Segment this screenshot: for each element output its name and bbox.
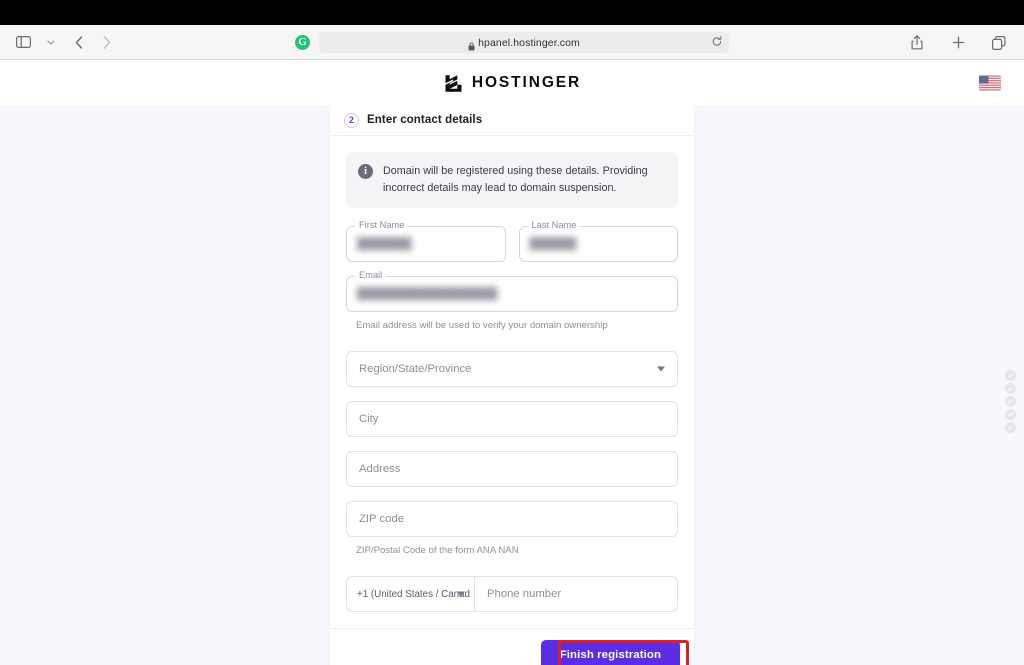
first-name-label: First Name: [355, 221, 409, 231]
zip-placeholder: ZIP code: [359, 513, 405, 526]
browser-toolbar: G hpanel.hostinger.com: [0, 25, 1024, 60]
first-name-value: ███████: [357, 238, 412, 251]
check-circle-icon: [1005, 383, 1016, 394]
lock-icon: [468, 38, 475, 51]
page-title: Enter contact details: [367, 114, 483, 126]
url-text: hpanel.hostinger.com: [478, 36, 580, 49]
finish-registration-button[interactable]: Finish registration: [540, 640, 680, 665]
last-name-value: ██████: [529, 238, 577, 251]
page-body: 2 Enter contact details i Domain will be…: [0, 105, 1024, 665]
hostinger-logo[interactable]: HOSTINGER: [443, 72, 581, 93]
phone-country-code-select[interactable]: +1 (United States / Canad: [347, 577, 475, 612]
reload-icon[interactable]: [712, 34, 722, 52]
hostinger-mark-icon: [443, 72, 464, 93]
address-bar[interactable]: hpanel.hostinger.com: [319, 32, 729, 53]
site-header: HOSTINGER: [0, 60, 1024, 105]
os-top-bar: [0, 0, 1024, 25]
card-body: i Domain will be registered using these …: [330, 136, 694, 628]
side-status-indicators: [1005, 370, 1016, 433]
email-field[interactable]: Email ██████████████████: [346, 271, 678, 313]
contact-details-card: 2 Enter contact details i Domain will be…: [330, 105, 694, 665]
phone-number-placeholder: Phone number: [487, 588, 562, 601]
phone-row: +1 (United States / Canad Phone number: [346, 576, 678, 613]
hostinger-wordmark: HOSTINGER: [471, 73, 582, 91]
browser-nav-controls: [12, 31, 118, 53]
email-value: ██████████████████: [357, 288, 498, 301]
tabs-overview-icon[interactable]: [988, 32, 1010, 54]
first-name-field[interactable]: First Name ███████: [346, 221, 506, 263]
check-circle-icon: [1005, 422, 1016, 433]
sidebar-toggle-icon[interactable]: [12, 31, 34, 53]
last-name-label: Last Name: [527, 221, 581, 231]
us-flag-icon[interactable]: [979, 75, 1001, 90]
browser-actions: [906, 25, 1010, 60]
city-placeholder: City: [359, 413, 379, 426]
address-input[interactable]: Address: [346, 451, 678, 488]
address-placeholder: Address: [359, 463, 401, 476]
share-icon[interactable]: [906, 32, 928, 54]
new-tab-icon[interactable]: [947, 32, 969, 54]
card-header: 2 Enter contact details: [330, 105, 694, 136]
card-footer: Finish registration: [330, 628, 694, 665]
chevron-down-icon: [657, 366, 665, 372]
region-select[interactable]: Region/State/Province: [346, 351, 678, 388]
grammarly-extension-icon[interactable]: G: [295, 35, 310, 50]
email-label: Email: [355, 271, 387, 281]
back-icon[interactable]: [68, 31, 90, 53]
region-placeholder: Region/State/Province: [359, 363, 472, 376]
chevron-down-icon[interactable]: [40, 31, 62, 53]
zip-helper-text: ZIP/Postal Code of the form ANA NAN: [356, 545, 519, 557]
info-banner-text: Domain will be registered using these de…: [383, 165, 648, 194]
city-input[interactable]: City: [346, 401, 678, 438]
last-name-field[interactable]: Last Name ██████: [518, 221, 678, 263]
forward-icon[interactable]: [96, 31, 118, 53]
info-banner: i Domain will be registered using these …: [346, 152, 678, 209]
check-circle-icon: [1005, 409, 1016, 420]
email-helper-text: Email address will be used to verify you…: [356, 320, 608, 332]
phone-number-input[interactable]: Phone number: [475, 577, 677, 611]
zip-input[interactable]: ZIP code: [346, 501, 678, 538]
phone-country-code-value: +1 (United States / Canad: [357, 588, 471, 600]
step-number-badge: 2: [344, 112, 359, 128]
address-bar-area: G hpanel.hostinger.com: [0, 25, 1024, 60]
info-icon: i: [358, 164, 373, 179]
check-circle-icon: [1005, 396, 1016, 407]
chevron-down-icon: [457, 591, 465, 597]
name-row: First Name ███████ Last Name ██████: [346, 221, 678, 263]
check-circle-icon: [1005, 370, 1016, 381]
